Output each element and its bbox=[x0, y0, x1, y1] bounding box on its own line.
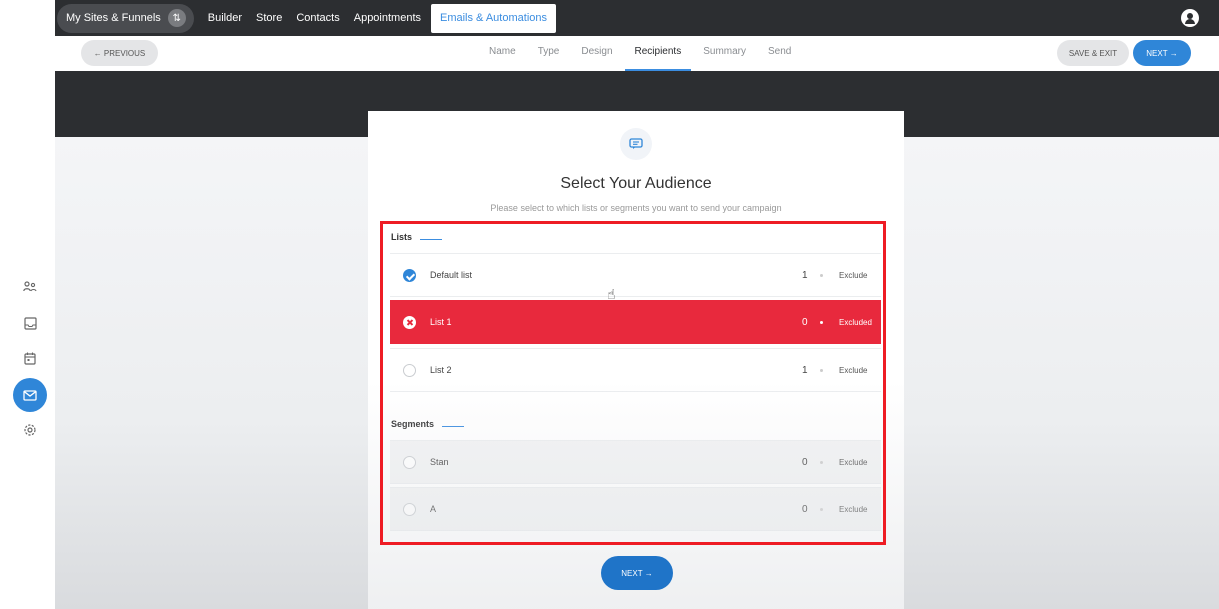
radio-icon[interactable] bbox=[403, 363, 416, 377]
separator-dot bbox=[820, 368, 823, 372]
list-count: 1 bbox=[802, 269, 808, 281]
nav-emails-automations[interactable]: Emails & Automations bbox=[431, 3, 556, 33]
nav-contacts[interactable]: Contacts bbox=[296, 12, 339, 24]
nav-appointments[interactable]: Appointments bbox=[354, 12, 421, 24]
exclude-button[interactable]: Excluded bbox=[839, 318, 872, 327]
swap-icon: ⇅ bbox=[167, 9, 186, 27]
tab-send[interactable]: Send bbox=[768, 36, 791, 71]
separator-dot bbox=[820, 460, 823, 464]
hand-cursor-icon: ☝ bbox=[607, 286, 616, 302]
settings-icon[interactable] bbox=[22, 422, 38, 438]
message-icon bbox=[620, 128, 652, 160]
card-subtitle: Please select to which lists or segments… bbox=[490, 203, 782, 213]
list-count: 1 bbox=[802, 364, 808, 376]
email-icon[interactable] bbox=[13, 378, 47, 412]
segment-count: 0 bbox=[802, 503, 808, 515]
tab-design[interactable]: Design bbox=[581, 36, 612, 71]
list-name: Default list bbox=[430, 270, 473, 280]
list-name: List 2 bbox=[430, 365, 452, 375]
list-item[interactable]: List 2 1 Exclude bbox=[390, 348, 881, 392]
nav-builder[interactable]: Builder bbox=[208, 12, 242, 24]
save-exit-button[interactable]: SAVE & EXIT bbox=[1057, 40, 1129, 66]
tab-summary[interactable]: Summary bbox=[703, 36, 746, 71]
previous-button[interactable]: ← PREVIOUS bbox=[81, 40, 158, 66]
exclude-button[interactable]: Exclude bbox=[839, 271, 867, 280]
exclude-button[interactable]: Exclude bbox=[839, 458, 867, 467]
site-switcher[interactable]: My Sites & Funnels ⇅ bbox=[57, 3, 194, 33]
nav-store[interactable]: Store bbox=[256, 12, 282, 24]
exclude-button[interactable]: Exclude bbox=[839, 366, 867, 375]
card-title: Select Your Audience bbox=[560, 175, 712, 192]
list-item[interactable]: List 1 0 Excluded bbox=[390, 300, 881, 344]
separator-dot bbox=[820, 273, 823, 277]
left-sidebar bbox=[0, 0, 55, 609]
next-button-top[interactable]: NEXT → bbox=[1133, 40, 1191, 66]
separator-dot bbox=[820, 507, 823, 511]
segments-heading: Segments bbox=[391, 419, 465, 429]
segments-label: Segments bbox=[391, 419, 435, 429]
inbox-icon[interactable] bbox=[22, 315, 38, 331]
calendar-icon[interactable] bbox=[22, 350, 38, 366]
radio-icon[interactable] bbox=[403, 502, 416, 516]
list-count: 0 bbox=[802, 316, 808, 328]
tab-type[interactable]: Type bbox=[538, 36, 560, 71]
segment-item[interactable]: A 0 Exclude bbox=[390, 487, 881, 531]
segment-name: Stan bbox=[430, 457, 449, 467]
separator-dot bbox=[820, 320, 823, 324]
site-switcher-label: My Sites & Funnels bbox=[66, 12, 161, 24]
radio-icon[interactable] bbox=[403, 455, 416, 469]
segment-count: 0 bbox=[802, 456, 808, 468]
audience-card: Select Your Audience Please select to wh… bbox=[368, 111, 904, 609]
next-button-bottom[interactable]: NEXT → bbox=[601, 556, 673, 590]
excluded-icon[interactable] bbox=[403, 315, 416, 329]
tab-name[interactable]: Name bbox=[489, 36, 516, 71]
lists-label: Lists bbox=[391, 232, 413, 242]
contacts-icon[interactable] bbox=[22, 279, 38, 295]
list-item[interactable]: Default list 1 Exclude bbox=[390, 253, 881, 297]
step-tabs: Name Type Design Recipients Summary Send bbox=[489, 36, 813, 71]
step-bar: ← PREVIOUS Name Type Design Recipients S… bbox=[55, 36, 1219, 71]
top-nav: My Sites & Funnels ⇅ Builder Store Conta… bbox=[55, 0, 1219, 36]
checked-icon[interactable] bbox=[403, 268, 416, 282]
list-name: List 1 bbox=[430, 317, 452, 327]
segment-name: A bbox=[430, 504, 437, 514]
exclude-button[interactable]: Exclude bbox=[839, 505, 867, 514]
lists-heading: Lists bbox=[391, 232, 443, 242]
account-icon[interactable] bbox=[1181, 9, 1199, 27]
tab-recipients[interactable]: Recipients bbox=[624, 36, 692, 71]
segment-item[interactable]: Stan 0 Exclude bbox=[390, 440, 881, 484]
